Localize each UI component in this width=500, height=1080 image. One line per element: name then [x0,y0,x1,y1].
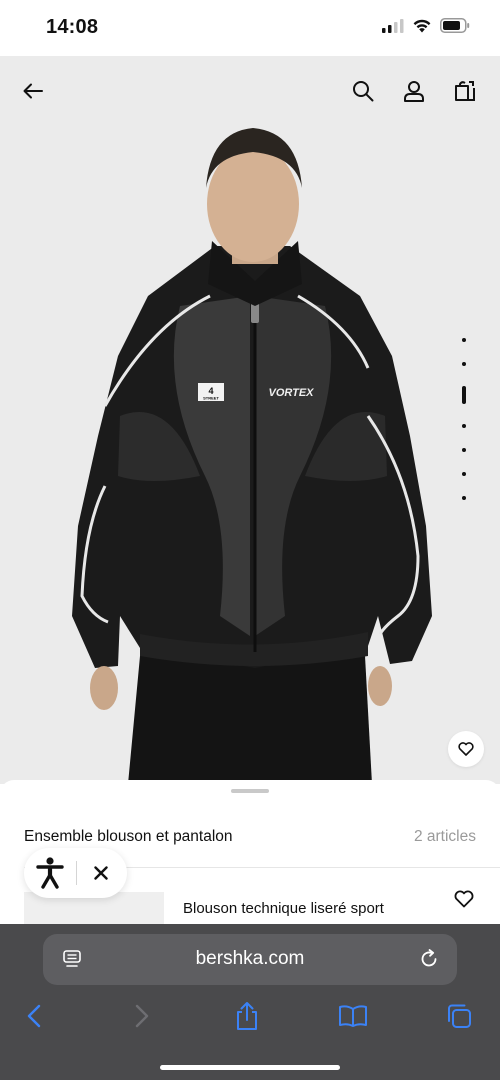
back-chevron-icon [27,1004,41,1028]
bookmarks-button[interactable] [337,1000,369,1032]
set-count: 2 articles [413,828,476,845]
item-wishlist-button[interactable] [454,890,478,914]
forward-chevron-icon [135,1004,149,1028]
carousel-dot[interactable] [462,362,466,366]
tabs-icon [448,1004,471,1028]
browser-back-button[interactable] [18,1000,50,1032]
user-icon [404,81,424,102]
wishlist-button[interactable] [448,731,484,767]
chest-logo: VORTEX [268,387,314,399]
browser-toolbar: bershka.com [0,924,500,1080]
accessibility-person-icon [36,857,64,889]
product-image-carousel[interactable]: 4 STREET VORTEX [0,56,500,784]
browser-forward-button[interactable] [126,1000,158,1032]
carousel-indicator[interactable] [461,338,467,520]
shopping-bag-icon [455,81,475,101]
close-icon [94,866,108,880]
search-button[interactable] [348,76,378,106]
carousel-dot[interactable] [462,496,466,500]
sheet-grabber[interactable] [231,789,269,793]
heart-icon [454,890,474,908]
status-bar: 14:08 [0,0,500,56]
url-text[interactable]: bershka.com [43,948,457,970]
set-title: Ensemble blouson et pantalon [24,828,233,845]
bookmarks-book-icon [339,1005,367,1027]
chest-badge-number: 4 [208,386,213,396]
search-icon [353,81,374,102]
accessibility-button[interactable] [24,848,76,898]
heart-icon [458,742,474,756]
account-button[interactable] [399,76,429,106]
home-indicator[interactable] [160,1065,340,1070]
status-time: 14:08 [46,16,99,38]
battery-icon [440,18,470,33]
status-icons [382,18,470,33]
cart-button[interactable] [450,76,480,106]
reload-icon[interactable] [417,947,441,971]
share-icon [237,1002,257,1030]
share-button[interactable] [231,1000,263,1032]
product-photo: 4 STREET VORTEX [0,56,500,784]
cellular-signal-icon [382,18,404,33]
carousel-dot[interactable] [462,338,466,342]
wifi-icon [413,19,431,33]
carousel-dot[interactable] [462,448,466,452]
arrow-left-icon [23,83,43,99]
tabs-button[interactable] [443,1000,475,1032]
carousel-dot[interactable] [462,424,466,428]
chest-badge-text: STREET [203,396,219,401]
address-bar[interactable]: bershka.com [43,934,457,985]
accessibility-close-button[interactable] [77,848,125,898]
accessibility-widget [24,848,127,898]
carousel-dot-active[interactable] [462,386,466,404]
back-button[interactable] [18,76,48,106]
item-title[interactable]: Blouson technique liseré sport [183,900,384,917]
carousel-dot[interactable] [462,472,466,476]
